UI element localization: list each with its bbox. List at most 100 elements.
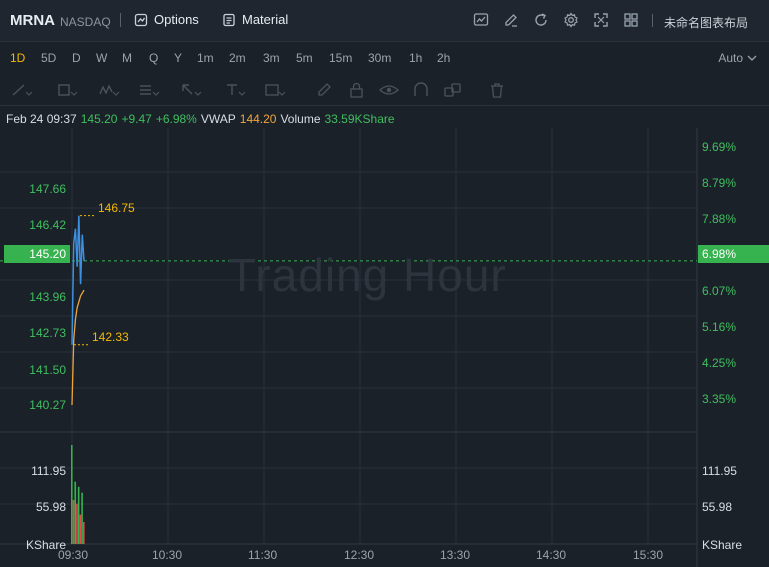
- arrow-tool-icon[interactable]: [180, 82, 202, 98]
- y-axis-right-label: 5.16%: [702, 320, 737, 334]
- price-chart[interactable]: Trading Hour 147.66 146.42 143.96 142.73 141…: [0, 128, 769, 567]
- timeframe-q[interactable]: Q: [149, 51, 158, 65]
- volume-bar: [72, 500, 75, 544]
- x-axis-label: 12:30: [344, 548, 375, 562]
- volume-bar: [83, 522, 85, 544]
- delete-icon[interactable]: [486, 82, 508, 98]
- options-button[interactable]: Options: [134, 12, 199, 27]
- timeframe-m[interactable]: M: [122, 51, 132, 65]
- timeframe-15m[interactable]: 15m: [329, 51, 352, 65]
- y-axis-left-label: 146.42: [29, 218, 66, 232]
- y-axis-right-label: 7.88%: [702, 212, 737, 226]
- y-axis-left-label: 140.27: [29, 398, 66, 412]
- exchange-label: NASDAQ: [60, 15, 111, 29]
- quote-change: +9.47: [121, 112, 152, 126]
- quote-datetime: Feb 24 09:37: [6, 112, 77, 126]
- brush-tool-icon[interactable]: [314, 82, 336, 98]
- rectangle-tool-icon[interactable]: [56, 82, 78, 98]
- x-axis-label: 10:30: [152, 548, 183, 562]
- material-icon: [223, 13, 235, 26]
- lock-icon[interactable]: [346, 82, 368, 98]
- drawing-toolbar: [0, 74, 769, 106]
- quote-price: 145.20: [80, 112, 118, 126]
- volume-axis-label-left: KShare: [25, 538, 66, 552]
- volume-bar: [81, 492, 83, 544]
- grid-icon[interactable]: [623, 12, 639, 28]
- vwap-label: VWAP: [200, 112, 236, 126]
- refresh-icon[interactable]: [533, 12, 549, 28]
- header-divider: [120, 13, 121, 27]
- timeframe-5m[interactable]: 5m: [296, 51, 313, 65]
- quote-change-pct: +6.98%: [155, 112, 197, 126]
- material-label: Material: [242, 12, 289, 27]
- volume-value: 33.59KShare: [324, 112, 395, 126]
- chart-header: MRNA NASDAQ Options Material 未命名图表布局: [0, 0, 769, 42]
- y-axis-left-label: 143.96: [29, 290, 66, 304]
- timeframe-5d[interactable]: 5D: [41, 51, 56, 65]
- timeframe-1m[interactable]: 1m: [197, 51, 214, 65]
- y-axis-right-label: 8.79%: [702, 176, 737, 190]
- high-annotation: 146.75: [98, 201, 135, 215]
- timeframe-3m[interactable]: 3m: [263, 51, 280, 65]
- y-axis-left-label: 142.73: [29, 326, 66, 340]
- link-icon[interactable]: [442, 82, 464, 98]
- fullscreen-icon[interactable]: [593, 12, 609, 28]
- timeframe-2h[interactable]: 2h: [437, 51, 450, 65]
- timeframe-2m[interactable]: 2m: [229, 51, 246, 65]
- vwap-value: 144.20: [239, 112, 277, 126]
- x-axis-label: 15:30: [633, 548, 664, 562]
- options-label: Options: [154, 12, 199, 27]
- line-tool-icon[interactable]: [10, 82, 33, 98]
- edit-icon[interactable]: [503, 12, 519, 28]
- chart-icon[interactable]: [473, 12, 489, 28]
- timeframe-w[interactable]: W: [96, 51, 107, 65]
- header-divider-right: [652, 14, 653, 27]
- magnet-icon[interactable]: [410, 82, 432, 98]
- timeframe-d[interactable]: D: [72, 51, 81, 65]
- timeframe-1h[interactable]: 1h: [409, 51, 422, 65]
- volume-axis-label-left: 55.98: [35, 500, 66, 514]
- chart-canvas[interactable]: [0, 128, 769, 567]
- volume-axis-label-right: 55.98: [702, 500, 733, 514]
- timeframe-1d[interactable]: 1D: [10, 51, 25, 65]
- y-axis-right-label: 6.07%: [702, 284, 737, 298]
- stock-symbol: MRNA: [10, 12, 55, 29]
- timeframe-y[interactable]: Y: [174, 51, 182, 65]
- scale-mode-dropdown[interactable]: Auto: [718, 51, 757, 65]
- fib-tool-icon[interactable]: [138, 82, 160, 98]
- y-axis-right-label: 4.25%: [702, 356, 737, 370]
- volume-bar: [76, 503, 78, 544]
- current-pct-tag: 6.98%: [698, 245, 769, 263]
- current-price-tag: 145.20: [4, 245, 70, 263]
- volume-axis-label-right: 111.95: [702, 464, 737, 478]
- volume-bar: [77, 486, 80, 544]
- x-axis-label: 09:30: [58, 548, 89, 562]
- pattern-tool-icon[interactable]: [98, 82, 120, 98]
- volume-bar: [74, 481, 77, 544]
- volume-axis-label-right: KShare: [702, 538, 743, 552]
- x-axis-label: 13:30: [440, 548, 471, 562]
- low-annotation: 142.33: [92, 330, 129, 344]
- trading-hour-watermark: Trading Hour: [228, 249, 507, 301]
- y-axis-left-label: 147.66: [29, 182, 66, 196]
- timeframe-30m[interactable]: 30m: [368, 51, 391, 65]
- chevron-down-icon: [747, 51, 757, 65]
- scale-mode-label: Auto: [718, 51, 743, 65]
- timeframe-bar: 1D 5D D W M Q Y 1m 2m 3m 5m 15m 30m 1h 2h Auto: [0, 42, 769, 74]
- x-axis-label: 14:30: [536, 548, 567, 562]
- material-button[interactable]: Material: [222, 12, 288, 27]
- x-axis-label: 11:30: [248, 548, 278, 562]
- y-axis-left-label: 141.50: [29, 363, 66, 377]
- measure-tool-icon[interactable]: [224, 82, 246, 98]
- eye-icon[interactable]: [378, 82, 400, 98]
- volume-label: Volume: [280, 112, 321, 126]
- settings-icon[interactable]: [563, 12, 579, 28]
- volume-bar: [79, 514, 82, 544]
- y-axis-right-label: 9.69%: [702, 140, 737, 154]
- volume-bar: [71, 445, 73, 544]
- layout-name-dropdown[interactable]: 未命名图表布局: [664, 14, 748, 31]
- volume-axis-label-left: 111.95: [31, 464, 66, 478]
- y-axis-right-label: 3.35%: [702, 392, 737, 406]
- text-tool-icon[interactable]: [264, 82, 286, 98]
- options-icon: [134, 13, 148, 26]
